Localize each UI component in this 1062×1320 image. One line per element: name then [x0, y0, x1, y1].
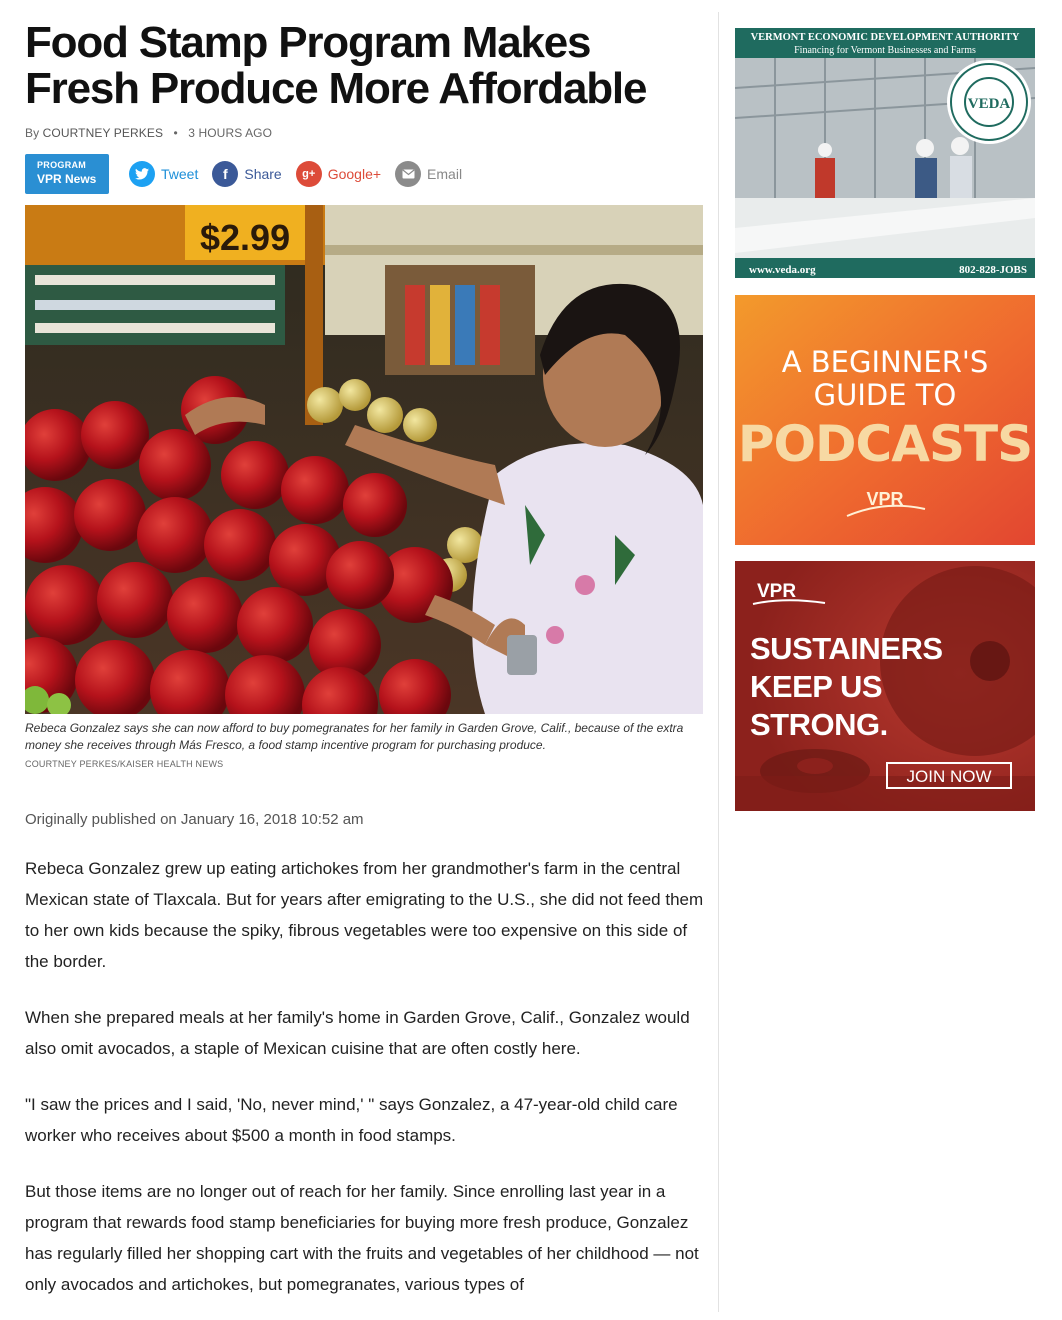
veda-phone: 802-828-JOBS: [959, 264, 1027, 276]
byline-prefix: By: [25, 126, 40, 140]
veda-seal-logo: VEDA: [968, 96, 1011, 112]
article-photo: $2.99: [25, 205, 703, 714]
program-label: PROGRAM: [37, 160, 87, 170]
byline: By COURTNEY PERKES • 3 HOURS AGO: [25, 126, 705, 140]
veda-ad-graphic: VERMONT ECONOMIC DEVELOPMENT AUTHORITY F…: [735, 28, 1035, 278]
email-label: Email: [427, 166, 463, 182]
time-ago: 3 HOURS AGO: [188, 126, 273, 140]
program-name: VPR News: [37, 172, 97, 186]
column-divider: [718, 12, 719, 1312]
sustainers-ad-graphic: VPR SUSTAINERS KEEP US STRONG. JOIN NOW: [735, 561, 1035, 811]
tweet-button[interactable]: Tweet: [129, 161, 198, 187]
podcasts-ad-graphic: A BEGINNER'S GUIDE TO PODCASTS VPR: [735, 295, 1035, 545]
article-actions: PROGRAM VPR News Tweet f Share g+ Google…: [25, 154, 705, 194]
sidebar: VERMONT ECONOMIC DEVELOPMENT AUTHORITY F…: [735, 28, 1035, 811]
veda-url: www.veda.org: [749, 264, 816, 276]
byline-separator: •: [173, 126, 178, 140]
veda-subtitle: Financing for Vermont Businesses and Far…: [794, 45, 976, 56]
facebook-share-button[interactable]: f Share: [212, 161, 282, 187]
article-body: Rebeca Gonzalez grew up eating artichoke…: [25, 853, 705, 1300]
article-paragraph: "I saw the prices and I said, 'No, never…: [25, 1095, 678, 1145]
price-sign: $2.99: [200, 217, 290, 258]
email-icon: [395, 161, 422, 187]
article-paragraph: Rebeca Gonzalez grew up eating artichoke…: [25, 859, 704, 971]
google-plus-button[interactable]: g+ Google+: [295, 161, 382, 187]
veda-title: VERMONT ECONOMIC DEVELOPMENT AUTHORITY: [751, 32, 1020, 43]
podcasts-line1: A BEGINNER'S: [782, 345, 989, 379]
tweet-label: Tweet: [161, 166, 199, 182]
pomegranate-market-image: $2.99: [25, 205, 703, 714]
article-paragraph: When she prepared meals at her family's …: [25, 1008, 690, 1058]
article-headline: Food Stamp Program Makes Fresh Produce M…: [25, 18, 647, 113]
article-main: Food Stamp Program Makes Fresh Produce M…: [25, 20, 705, 1300]
sustainers-line2: KEEP US: [750, 669, 882, 704]
photo-credit: COURTNEY PERKES/KAISER HEALTH NEWS: [25, 759, 224, 769]
sustainers-line3: STRONG.: [750, 707, 888, 742]
facebook-icon: f: [212, 161, 239, 187]
author-link[interactable]: COURTNEY PERKES: [43, 126, 163, 140]
podcasts-line3: PODCASTS: [738, 415, 1032, 473]
google-plus-icon: g+: [295, 161, 322, 187]
podcasts-ad[interactable]: A BEGINNER'S GUIDE TO PODCASTS VPR: [735, 295, 1035, 545]
sustainers-ad[interactable]: VPR SUSTAINERS KEEP US STRONG. JOIN NOW: [735, 561, 1035, 811]
article-paragraph: But those items are no longer out of rea…: [25, 1182, 699, 1294]
sustainers-line1: SUSTAINERS: [750, 631, 943, 666]
email-button[interactable]: Email: [395, 161, 462, 187]
photo-caption: Rebeca Gonzalez says she can now afford …: [25, 721, 684, 752]
google-plus-label: Google+: [327, 166, 382, 182]
facebook-share-label: Share: [244, 166, 282, 182]
program-badge[interactable]: PROGRAM VPR News: [25, 154, 109, 194]
twitter-icon: [129, 161, 155, 187]
podcasts-line2: GUIDE TO: [814, 378, 957, 412]
published-date: Originally published on January 16, 2018…: [25, 811, 364, 828]
veda-ad[interactable]: VERMONT ECONOMIC DEVELOPMENT AUTHORITY F…: [735, 28, 1035, 278]
sustainers-vpr-logo: VPR: [757, 581, 796, 602]
join-now-button: JOIN NOW: [907, 767, 992, 786]
